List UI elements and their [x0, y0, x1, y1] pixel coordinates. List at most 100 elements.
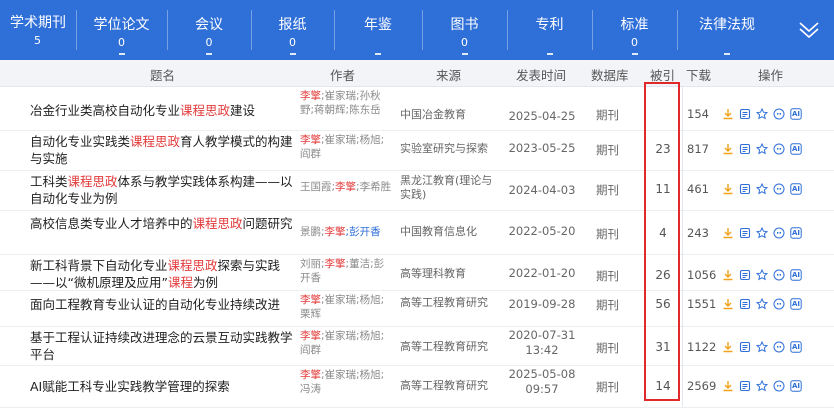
download-icon[interactable]: [722, 143, 734, 155]
read-icon[interactable]: [739, 298, 751, 310]
paper-title-link[interactable]: 自动化专业实践类课程思政育人教学模式的构建与实施: [30, 133, 298, 167]
source-link[interactable]: 高等工程教育研究: [400, 340, 500, 354]
col-downloads[interactable]: 下载: [686, 65, 711, 84]
source-link[interactable]: 高等理科教育: [400, 267, 500, 281]
table-row: 基于工程认证持续改进理念的云景互动实践教学平台 李擎;崔家瑞;杨旭;阎群 高等工程教…: [0, 326, 834, 366]
tab-4[interactable]: 年鉴: [334, 0, 422, 60]
tab-3[interactable]: 报纸 0: [251, 0, 334, 60]
favorite-icon[interactable]: [756, 108, 768, 120]
favorite-icon[interactable]: [756, 183, 768, 195]
read-icon[interactable]: [739, 269, 751, 281]
source-link[interactable]: 中国冶金教育: [400, 108, 500, 122]
download-count: 2569: [687, 379, 717, 393]
author-highlight-link[interactable]: 李擎: [325, 226, 346, 238]
source-link[interactable]: 实验室研究与探索: [400, 142, 500, 156]
ai-label: AI: [791, 343, 801, 351]
read-icon[interactable]: [739, 380, 751, 392]
ai-icon[interactable]: AI: [790, 183, 802, 195]
col-title[interactable]: 题名: [150, 65, 175, 84]
author-highlight-link[interactable]: 李擎: [300, 134, 321, 146]
read-icon[interactable]: [739, 143, 751, 155]
favorite-icon[interactable]: [756, 269, 768, 281]
paper-title-link[interactable]: 基于工程认证持续改进理念的云景互动实践教学平台: [30, 329, 298, 363]
read-icon[interactable]: [739, 341, 751, 353]
authors: 李擎;崔家瑞;杨旭;冯涛: [300, 368, 392, 396]
source-link[interactable]: 高等工程教育研究: [400, 379, 500, 393]
col-cited[interactable]: 被引: [650, 65, 675, 84]
quote-icon[interactable]: [773, 227, 785, 239]
paper-title-link[interactable]: 冶金行业类高校自动化专业课程思政建设: [30, 102, 298, 119]
ai-label: AI: [791, 271, 801, 279]
tab-label: 专利: [535, 17, 564, 33]
source-link[interactable]: 中国教育信息化: [400, 225, 500, 239]
tab-8[interactable]: 法律法规: [677, 0, 777, 60]
read-icon[interactable]: [739, 227, 751, 239]
title-keyword-highlight: 课程: [167, 275, 193, 290]
read-icon[interactable]: [739, 183, 751, 195]
paper-title-link[interactable]: 面向工程教育专业认证的自动化专业持续改进: [30, 296, 298, 313]
quote-icon[interactable]: [773, 341, 785, 353]
col-date[interactable]: 发表时间: [516, 65, 566, 84]
quote-icon[interactable]: [773, 298, 785, 310]
ai-icon[interactable]: AI: [790, 143, 802, 155]
tab-count: 0: [461, 36, 468, 49]
author-highlight-link[interactable]: 李擎: [335, 181, 356, 193]
favorite-icon[interactable]: [756, 298, 768, 310]
paper-title-link[interactable]: 高校信息类专业人才培养中的课程思政问题研究: [30, 215, 298, 232]
quote-icon[interactable]: [773, 143, 785, 155]
authors: 王国霞;李擎;李希胜: [300, 180, 392, 194]
download-icon[interactable]: [722, 380, 734, 392]
tab-7[interactable]: 标准 0: [592, 0, 677, 60]
favorite-icon[interactable]: [756, 227, 768, 239]
author-highlight-link[interactable]: 李擎: [300, 330, 321, 342]
read-icon[interactable]: [739, 108, 751, 120]
download-icon[interactable]: [722, 269, 734, 281]
quote-icon[interactable]: [773, 269, 785, 281]
source-link[interactable]: 高等工程教育研究: [400, 296, 500, 310]
source-link[interactable]: 黑龙江教育(理论与实践): [400, 174, 500, 202]
tab-5[interactable]: 图书 0: [422, 0, 507, 60]
paper-title-link[interactable]: AI赋能工科专业实践教学管理的探索: [30, 378, 298, 395]
title-text: 基于工程认证持续改进理念的云景互动实践教学平台: [30, 330, 293, 362]
quote-icon[interactable]: [773, 380, 785, 392]
tab-0[interactable]: 学术期刊 5: [0, 0, 76, 60]
cited-count: 23: [655, 142, 671, 156]
ai-icon[interactable]: AI: [790, 227, 802, 239]
download-count: 154: [687, 107, 709, 121]
tab-label: 法律法规: [699, 17, 755, 33]
row-actions: AI: [722, 227, 802, 239]
authors: 李擎;崔家瑞;杨旭;阎群: [300, 133, 392, 161]
ai-icon[interactable]: AI: [790, 108, 802, 120]
download-icon[interactable]: [722, 341, 734, 353]
expand-chevron-icon[interactable]: [798, 18, 820, 40]
col-author: 作者: [330, 68, 356, 83]
tab-label: 报纸: [278, 17, 307, 33]
tab-1[interactable]: 学位论文 0: [76, 0, 167, 60]
ai-icon[interactable]: AI: [790, 269, 802, 281]
publish-date: 2020-07-31 13:42: [508, 328, 576, 357]
favorite-icon[interactable]: [756, 143, 768, 155]
ai-icon[interactable]: AI: [790, 341, 802, 353]
author-highlight-link[interactable]: 李擎: [300, 369, 321, 381]
paper-title-link[interactable]: 工科类课程思政体系与教学实践体系构建——以自动化专业为例: [30, 173, 298, 207]
author-highlight-link[interactable]: 李擎: [325, 258, 346, 270]
paper-title-link[interactable]: 新工科背景下自动化专业课程思政探索与实践——以“微机原理及应用”课程为例: [30, 257, 298, 291]
author-highlight-link[interactable]: 李擎: [300, 90, 321, 102]
tab-2[interactable]: 会议 0: [167, 0, 251, 60]
author-highlight-link[interactable]: 李擎: [300, 294, 321, 306]
favorite-icon[interactable]: [756, 341, 768, 353]
favorite-icon[interactable]: [756, 380, 768, 392]
quote-icon[interactable]: [773, 108, 785, 120]
author-text[interactable]: ;彭开香: [346, 226, 381, 238]
download-icon[interactable]: [722, 298, 734, 310]
download-icon[interactable]: [722, 227, 734, 239]
tab-6[interactable]: 专利: [507, 0, 592, 60]
quote-icon[interactable]: [773, 183, 785, 195]
ai-icon[interactable]: AI: [790, 298, 802, 310]
title-text: 工科类: [30, 174, 68, 189]
download-icon[interactable]: [722, 183, 734, 195]
publish-date: 2019-09-28: [508, 297, 576, 311]
download-icon[interactable]: [722, 108, 734, 120]
ai-icon[interactable]: AI: [790, 380, 802, 392]
title-keyword-highlight: 课程思政: [192, 216, 243, 231]
